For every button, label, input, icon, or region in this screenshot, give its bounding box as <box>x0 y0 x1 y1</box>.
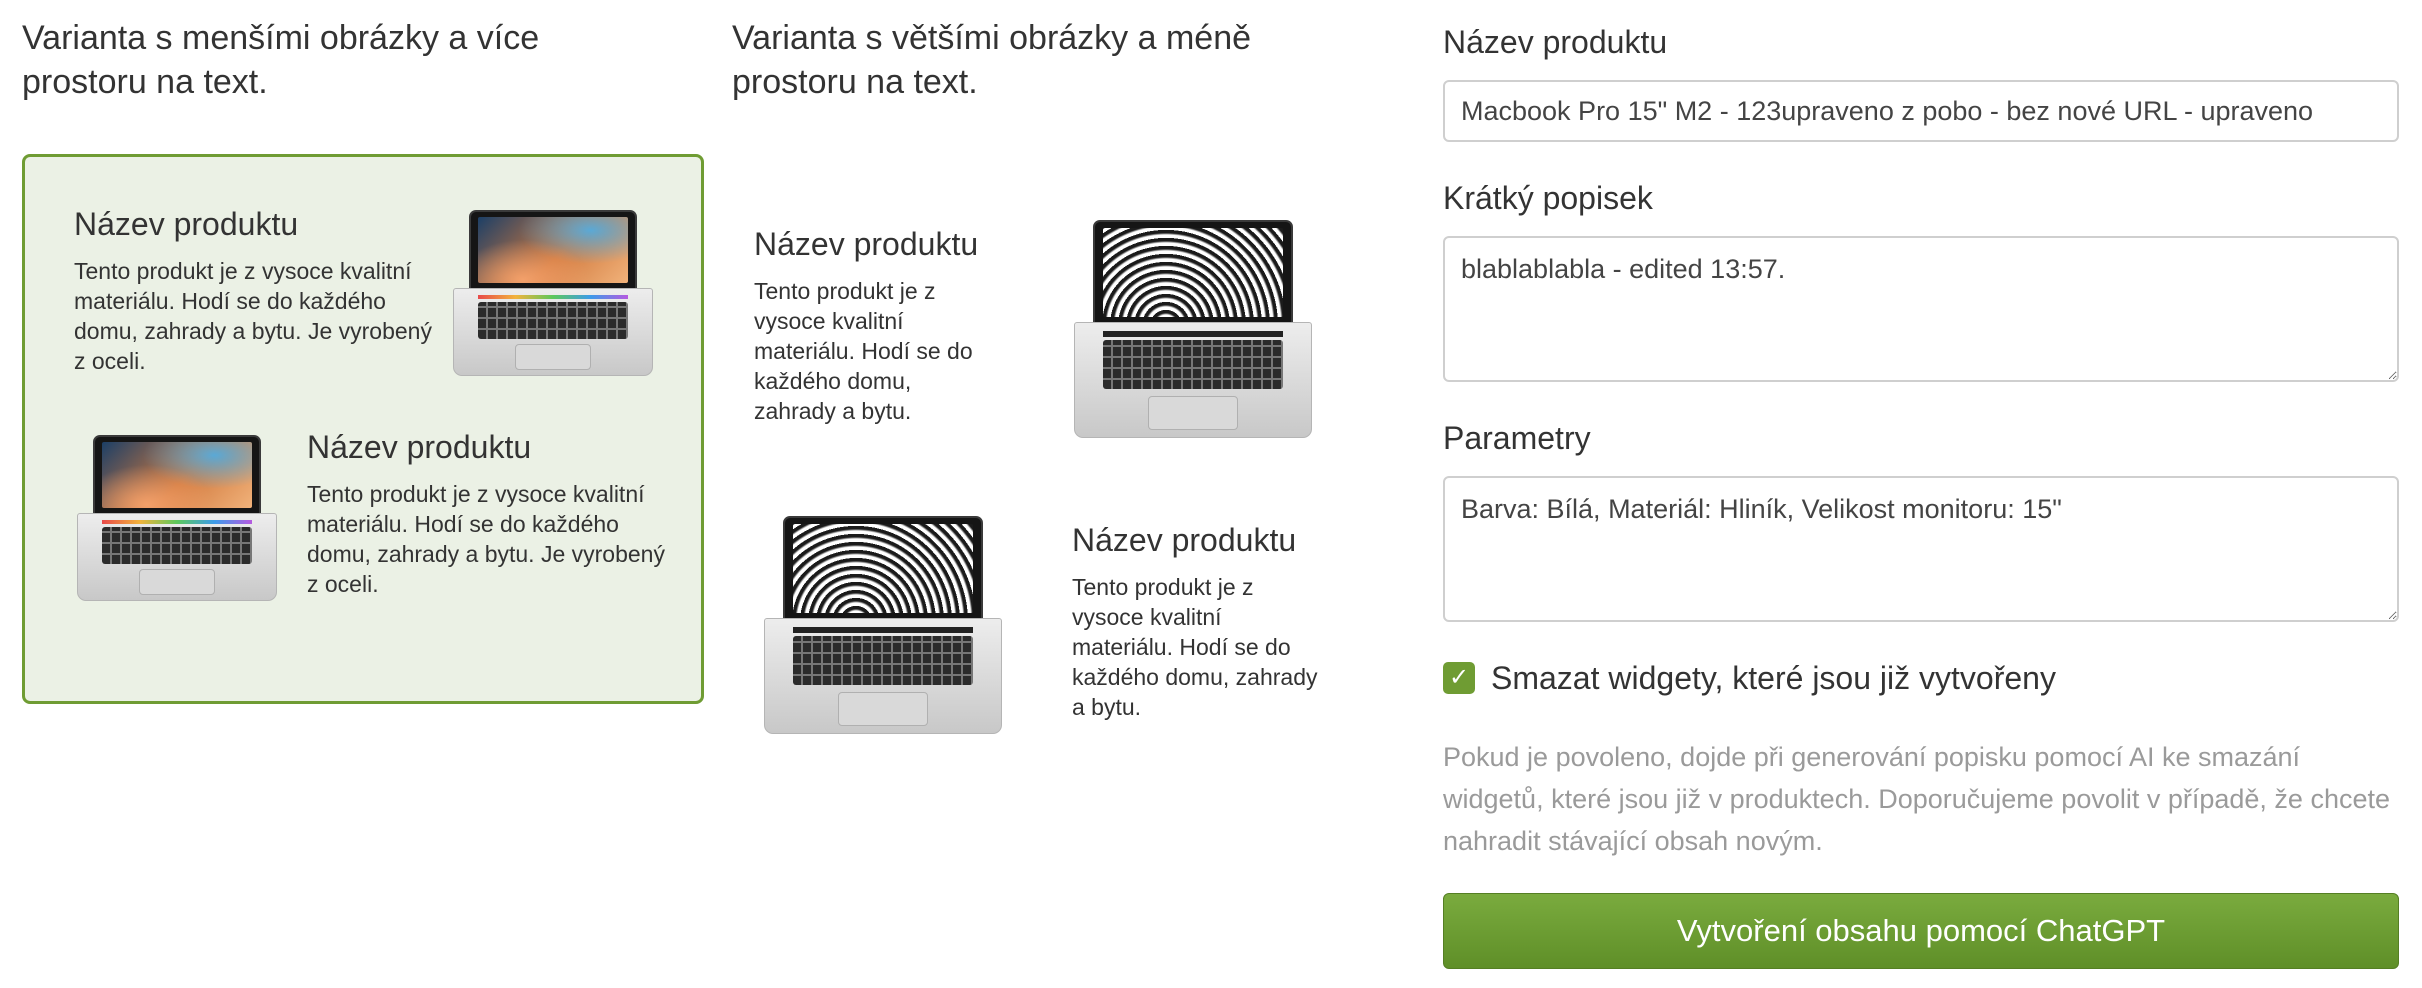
laptop-mono-icon <box>1074 220 1312 438</box>
product-item: Název produktu Tento produkt je z vysoce… <box>307 427 667 599</box>
product-item: Název produktu Tento produkt je z vysoce… <box>1072 520 1322 722</box>
product-item: Název produktu Tento produkt je z vysoce… <box>74 204 434 376</box>
laptop-color-icon <box>453 210 653 376</box>
laptop-mono-icon <box>764 516 1002 734</box>
product-description: Tento produkt je z vysoce kvalitní mater… <box>307 481 665 597</box>
ai-content-generator: Varianta s menšími obrázky a více prosto… <box>0 0 2422 988</box>
product-title: Název produktu <box>754 226 979 262</box>
product-title: Název produktu <box>1072 522 1297 558</box>
product-title: Název produktu <box>307 429 532 465</box>
product-name-label: Název produktu <box>1443 24 1668 60</box>
product-title: Název produktu <box>74 206 299 242</box>
short-description-label: Krátký popisek <box>1443 180 1653 216</box>
product-description: Tento produkt je z vysoce kvalitní mater… <box>74 258 432 374</box>
short-description-textarea[interactable]: blablablabla - edited 13:57. <box>1443 236 2399 382</box>
delete-widgets-option[interactable]: ✓ Smazat widgety, které jsou již vytvoře… <box>1443 658 2056 698</box>
parameters-label: Parametry <box>1443 420 1591 456</box>
delete-widgets-checkbox[interactable]: ✓ <box>1443 662 1475 694</box>
laptop-color-icon <box>77 435 277 601</box>
generate-with-chatgpt-button[interactable]: Vytvoření obsahu pomocí ChatGPT <box>1443 893 2399 969</box>
product-item: Název produktu Tento produkt je z vysoce… <box>754 224 994 426</box>
variant-large-images-heading: Varianta s většími obrázky a méně prosto… <box>732 19 1252 101</box>
variant-small-images-heading: Varianta s menšími obrázky a více prosto… <box>22 19 540 101</box>
product-name-input[interactable] <box>1443 80 2399 142</box>
parameters-textarea[interactable]: Barva: Bílá, Materiál: Hliník, Velikost … <box>1443 476 2399 622</box>
variant-large-images-card[interactable]: Název produktu Tento produkt je z vysoce… <box>734 154 1334 734</box>
delete-widgets-help-text: Pokud je povoleno, dojde při generování … <box>1443 742 2391 856</box>
product-description: Tento produkt je z vysoce kvalitní mater… <box>1072 574 1318 720</box>
variant-small-images-card[interactable]: Název produktu Tento produkt je z vysoce… <box>22 154 704 704</box>
product-description: Tento produkt je z vysoce kvalitní mater… <box>754 278 973 424</box>
delete-widgets-label[interactable]: Smazat widgety, které jsou již vytvořeny <box>1491 660 2056 697</box>
